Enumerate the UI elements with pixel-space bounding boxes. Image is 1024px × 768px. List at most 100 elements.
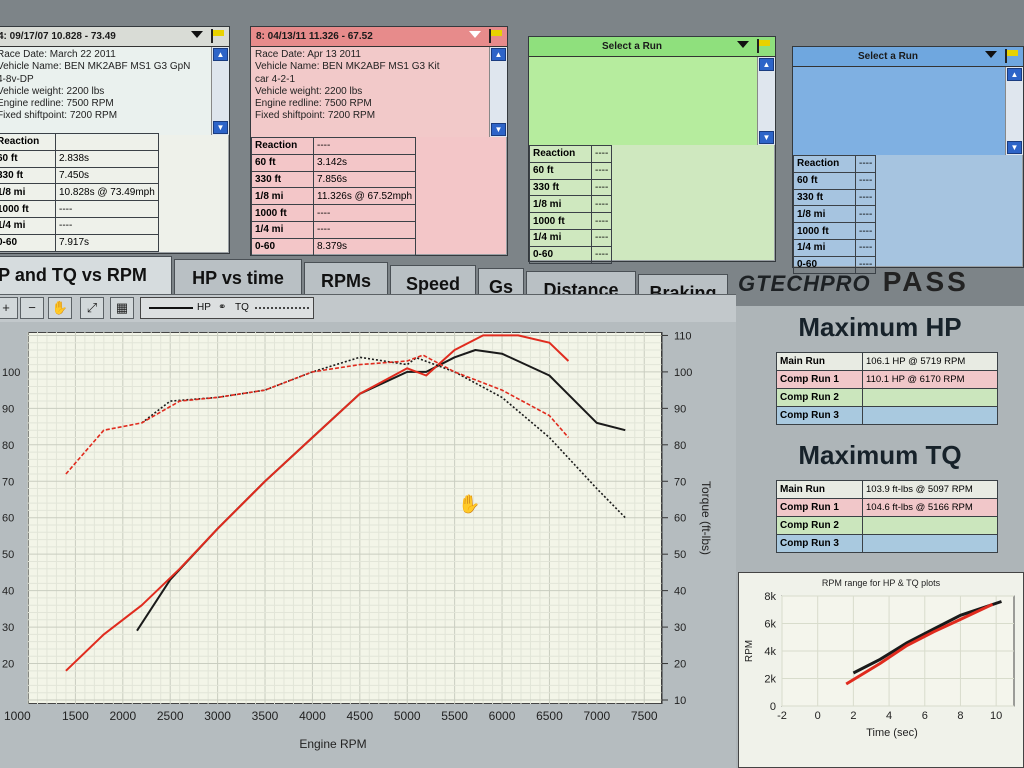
legend-tq-label: TQ	[235, 302, 249, 313]
stat-label: 60 ft	[251, 153, 314, 172]
y-right-tick-label: 60	[674, 513, 686, 525]
tab-hp-vs-time[interactable]: HP vs time	[174, 259, 302, 297]
y-right-tick-label: 80	[674, 440, 686, 452]
scroll-up-icon[interactable]: ▲	[759, 58, 774, 71]
y-right-tick-label: 40	[674, 586, 686, 598]
mini-y-tick-label: 8k	[764, 591, 776, 603]
scroll-down-icon[interactable]: ▼	[1007, 141, 1022, 154]
scroll-up-icon[interactable]: ▲	[1007, 68, 1022, 81]
link-icon: ⚭	[218, 302, 227, 313]
stat-label: 1/8 mi	[793, 205, 856, 224]
run-stats-table: Reaction ---- 60 ft ---- 330 ft ---- 1/8 mi ---…	[793, 155, 877, 274]
max-run-label: Comp Run 2	[776, 388, 863, 407]
stats-row: 60 ft2.838s	[0, 149, 159, 168]
flag-icon[interactable]	[1003, 49, 1019, 63]
run-select-dropdown[interactable]: Select a Run	[793, 47, 1023, 67]
scroll-down-icon[interactable]: ▼	[213, 121, 228, 134]
stats-row: 1000 ft ----	[529, 212, 613, 230]
run-stats-table: Reaction ---- 60 ft ---- 330 ft ---- 1/8 mi ---…	[529, 145, 613, 264]
max-row: Comp Run 3	[776, 406, 998, 425]
stats-row: Reaction ----	[793, 155, 877, 173]
stat-label: 0-60	[0, 233, 56, 252]
x-tick-label: 2500	[157, 709, 184, 723]
x-tick-label: 5000	[394, 709, 421, 723]
stats-row: 1/8 mi ----	[793, 205, 877, 224]
info-scrollbar[interactable]: ▲ ▼	[489, 47, 507, 137]
info-scrollbar[interactable]: ▲ ▼	[211, 47, 229, 135]
stats-row: 1/8 mi ----	[529, 195, 613, 214]
stats-row: 1/4 mi----	[0, 216, 159, 235]
scroll-down-icon[interactable]: ▼	[491, 123, 506, 136]
mini-x-tick-label: 0	[815, 710, 821, 722]
y-right-tick-label: 50	[674, 549, 686, 561]
flag-icon[interactable]	[487, 29, 503, 43]
hand-pan-icon[interactable]: ✋	[48, 297, 72, 319]
max-run-value	[862, 516, 998, 535]
fit-view-icon[interactable]: ⤢	[80, 297, 104, 319]
stats-row: 330 ft 7.856s	[251, 170, 417, 189]
y-right-tick-label: 90	[674, 403, 686, 415]
run-info-line: Engine redline: 7500 RPM	[0, 98, 114, 110]
stat-value: ----	[590, 212, 613, 230]
stat-value: ----	[590, 178, 613, 197]
y-right-tick-label: 110	[674, 330, 692, 342]
stat-value: ----	[854, 171, 877, 190]
scroll-down-icon[interactable]: ▼	[759, 131, 774, 144]
stat-value: ----	[854, 188, 877, 207]
scroll-up-icon[interactable]: ▲	[213, 48, 228, 61]
max-row: Comp Run 2	[776, 516, 998, 535]
chevron-down-icon[interactable]	[191, 31, 203, 38]
scroll-up-icon[interactable]: ▲	[491, 48, 506, 61]
tab-hp-and-tq-vs-rpm[interactable]: HP and TQ vs RPM	[0, 256, 172, 294]
series-line-hp-0	[136, 349, 626, 632]
stat-label: 1/4 mi	[0, 216, 56, 235]
y-right-tick-label: 10	[674, 695, 686, 707]
stat-label: 1/8 mi	[529, 195, 592, 214]
x-tick-label: 6500	[536, 709, 563, 723]
info-scrollbar[interactable]: ▲ ▼	[1005, 67, 1023, 155]
zoom-in-icon[interactable]: +	[0, 297, 18, 319]
flag-icon[interactable]	[755, 39, 771, 53]
run-select-dropdown[interactable]: 4: 09/17/07 10.828 - 73.49	[0, 27, 229, 47]
stat-label: Reaction	[251, 137, 314, 155]
chevron-down-icon[interactable]	[469, 31, 481, 38]
stat-label: Reaction	[529, 145, 592, 163]
flag-icon[interactable]	[209, 29, 225, 43]
stat-value: ----	[590, 145, 613, 163]
run-select-dropdown[interactable]: Select a Run	[529, 37, 775, 57]
stat-value: 7.917s	[55, 233, 159, 252]
chart-toolbar: + − ✋ ⤢ ▦ HP ⚭ TQ	[0, 294, 736, 322]
max-run-value: 110.1 HP @ 6170 RPM	[862, 370, 998, 389]
mini-x-tick-label: 10	[990, 710, 1002, 722]
stats-row: Reaction	[0, 133, 159, 151]
run-info-line: Engine redline: 7500 RPM	[255, 98, 372, 110]
chevron-down-icon[interactable]	[737, 41, 749, 48]
run-select-label: 4: 09/17/07 10.828 - 73.49	[0, 31, 116, 42]
chevron-down-icon[interactable]	[985, 51, 997, 58]
stat-label: Reaction	[793, 155, 856, 173]
mini-x-tick-label: 6	[922, 710, 928, 722]
max-run-label: Main Run	[776, 480, 863, 499]
stat-value: ----	[312, 204, 417, 222]
rpm-range-chart: RPM range for HP & TQ plots-2 0 2 4 6 8 1002k4…	[744, 578, 1015, 739]
stat-label: 1/4 mi	[793, 238, 856, 257]
max-run-value: 104.6 ft-lbs @ 5166 RPM	[862, 498, 998, 517]
run-select-dropdown[interactable]: 8: 04/13/11 11.326 - 67.52	[251, 27, 507, 47]
stat-value: 3.142s	[312, 153, 417, 172]
y-left-tick-label: 100	[2, 367, 20, 379]
stat-value: ----	[854, 222, 877, 240]
max-row: Comp Run 1 104.6 ft-lbs @ 5166 RPM	[776, 498, 998, 517]
max-hp-table: Main Run 106.1 HP @ 5719 RPM Comp Run 1 110…	[776, 352, 998, 425]
y-left-tick-label: 80	[2, 440, 14, 452]
stats-row: 1/4 mi----	[251, 220, 417, 239]
stat-label: 1000 ft	[529, 212, 592, 230]
info-scrollbar[interactable]: ▲ ▼	[757, 57, 775, 145]
x-tick-label: 7000	[583, 709, 610, 723]
grid-icon[interactable]: ▦	[110, 297, 134, 319]
mini-y-tick-label: 0	[770, 701, 776, 713]
stats-row: 330 ft ----	[529, 178, 613, 197]
stat-label: 330 ft	[529, 178, 592, 197]
zoom-out-icon[interactable]: −	[20, 297, 44, 319]
stats-row: 1000 ft ----	[251, 204, 417, 222]
max-run-value	[862, 388, 998, 407]
